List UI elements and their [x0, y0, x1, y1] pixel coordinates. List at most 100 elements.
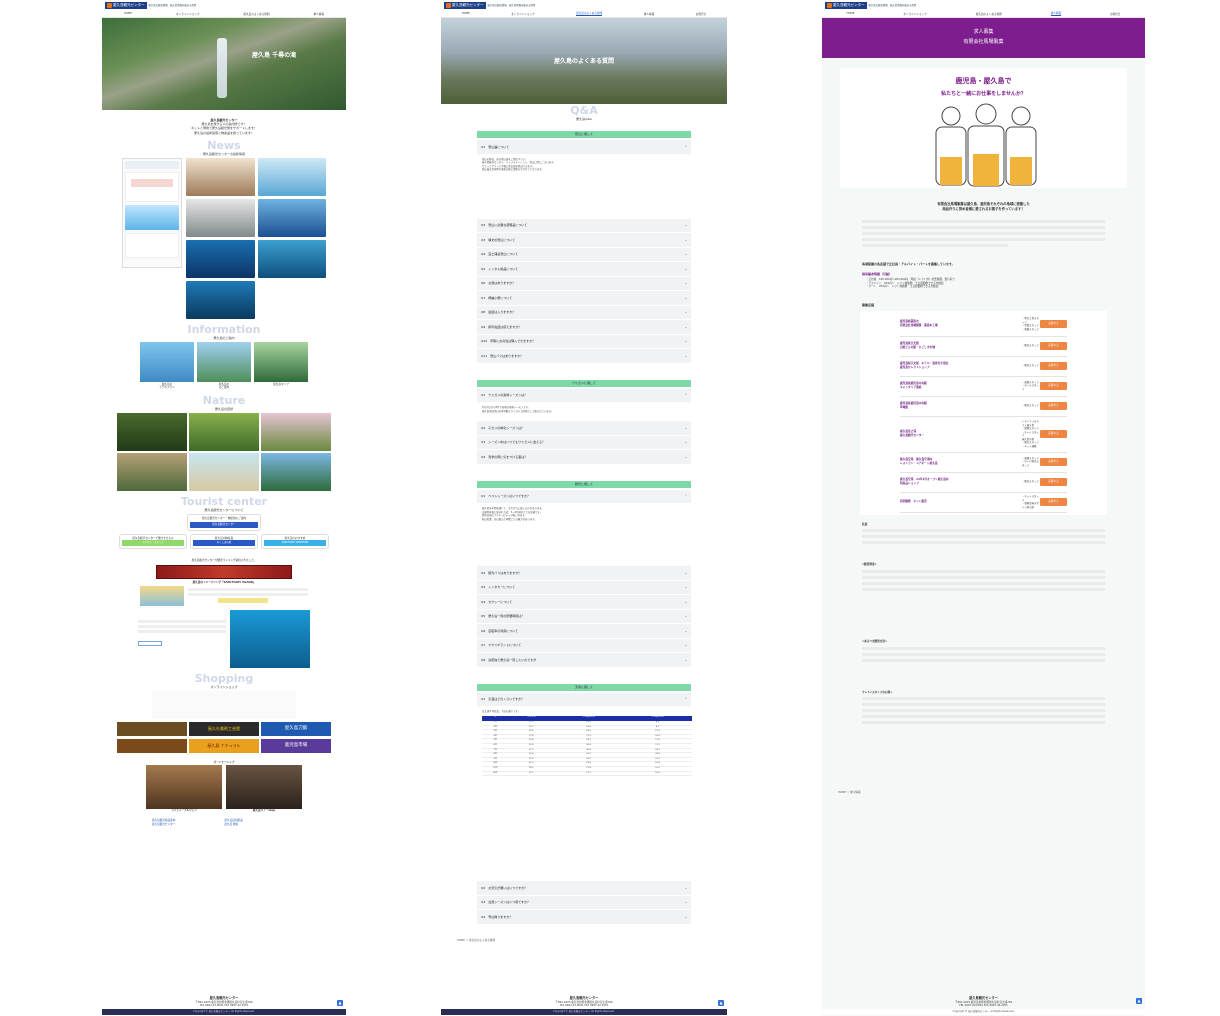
- faq-question[interactable]: Q4 見学の際に気をつける事は？ ⌄: [477, 450, 691, 465]
- nav-shop[interactable]: オンラインショップ: [903, 12, 926, 16]
- apply-button[interactable]: 応募する: [1040, 498, 1067, 507]
- apply-button[interactable]: 応募する: [1040, 320, 1067, 329]
- shop-banner[interactable]: 屋久島 ナチュラル: [189, 739, 259, 754]
- nav-home[interactable]: HOME: [847, 12, 855, 15]
- faq-question[interactable]: Q1 気温はどのくらいですか？ ⌃: [477, 692, 691, 707]
- news-thumb[interactable]: [257, 198, 326, 237]
- site-logo[interactable]: 屋久島観光センター: [444, 1, 486, 9]
- nav-faq[interactable]: 屋久島のよくある質問: [576, 11, 603, 16]
- faq-question[interactable]: Q9 携帯電話は使えますか？ ⌄: [477, 320, 691, 335]
- shop-banner[interactable]: [117, 739, 187, 754]
- nav-job[interactable]: 求人情報: [1050, 11, 1062, 16]
- nav-home[interactable]: HOME: [462, 12, 470, 15]
- news-thumb[interactable]: [186, 280, 255, 319]
- news-thumb[interactable]: [186, 198, 255, 237]
- text-line: [188, 593, 308, 597]
- faq-question[interactable]: Q2 お天気が悪いはいつですか？ ⌄: [477, 881, 691, 896]
- faq-question[interactable]: Q3 台風シーズンはいつ頃ですか？ ⌄: [477, 895, 691, 910]
- faq-question[interactable]: Q1 ベストシーズンはいつですか？ ⌃: [477, 489, 691, 504]
- faq-question[interactable]: Q10 早朝にお弁当は購入できますか？ ⌄: [477, 334, 691, 349]
- nature-photo[interactable]: [117, 453, 187, 491]
- nature-photo[interactable]: [261, 453, 331, 491]
- nature-photo[interactable]: [261, 413, 331, 451]
- nav-shop[interactable]: オンラインショップ: [511, 12, 534, 16]
- site-logo[interactable]: 屋久島観光センター: [105, 1, 147, 9]
- faq-question[interactable]: Q2 子ガメの孵化シーズンは？ ⌄: [477, 421, 691, 436]
- nature-photo[interactable]: [117, 413, 187, 451]
- info-card[interactable]: 屋久島マップ: [254, 341, 308, 390]
- info-card[interactable]: 屋久島の モデルプラン: [140, 341, 194, 390]
- nav-faq[interactable]: 屋久島のよくある質問: [243, 12, 269, 16]
- faq-question[interactable]: Q8 電話は入りますか？ ⌄: [477, 305, 691, 320]
- footer-link[interactable]: 屋久島観光センター: [152, 823, 224, 827]
- news-thumb[interactable]: [257, 239, 326, 278]
- facebook-feed[interactable]: [122, 157, 182, 268]
- faq-question[interactable]: Q4 タクシーについて ⌄: [477, 595, 691, 610]
- apply-button[interactable]: 応募する: [1040, 478, 1067, 487]
- partner-card[interactable]: 屋久島ツアーshop: [226, 764, 302, 813]
- faq-question[interactable]: Q2 登山に必要な装備品について ⌄: [477, 218, 691, 233]
- nav-faq[interactable]: 屋久島のよくある質問: [976, 12, 1002, 16]
- faq-question[interactable]: Q6 自転車の利用について ⌄: [477, 624, 691, 639]
- sub-card[interactable]: 屋久島の物産品 やくしま市場: [190, 533, 258, 550]
- sub-button[interactable]: SANCTUARY YAKUSHIMA: [264, 540, 326, 547]
- faq-question[interactable]: Q1 ウミガメの産卵シーズンは？ ⌃: [477, 388, 691, 403]
- faq-question[interactable]: Q3 レンタカーについて ⌄: [477, 580, 691, 595]
- sub-card[interactable]: 屋久島観光センターで働きませんか アクセス・スタッフ: [119, 533, 187, 550]
- news-thumb[interactable]: [186, 157, 255, 196]
- apply-button[interactable]: 応募する: [1040, 430, 1067, 439]
- faq-question[interactable]: Q6 お昼はありますか？ ⌄: [477, 276, 691, 291]
- sub-button[interactable]: アクセス・スタッフ: [122, 540, 184, 547]
- event-photo[interactable]: [230, 610, 310, 669]
- faq-question[interactable]: Q4 宮之浦岳登山について ⌄: [477, 247, 691, 262]
- tourist-card[interactable]: 屋久島観光センター・物産館のご案内 屋久島観光センター: [187, 514, 261, 531]
- footer-link[interactable]: 屋久島観光施設案内: [152, 819, 224, 823]
- apply-button[interactable]: 応募する: [1040, 382, 1067, 391]
- answer-line: 屋久島永田浜は日本有数のウミガメ上陸地として知られています。: [482, 409, 554, 413]
- faq-question[interactable]: Q4 雪は降りますか？ ⌄: [477, 910, 691, 925]
- shop-banner[interactable]: 屋久杉美術工芸館: [189, 722, 259, 737]
- site-logo[interactable]: 屋久島観光センター: [825, 1, 867, 9]
- sub-card[interactable]: 屋久島のおすすめ SANCTUARY YAKUSHIMA: [261, 533, 329, 550]
- news-thumb[interactable]: [257, 157, 326, 196]
- nav-home[interactable]: HOME: [124, 12, 132, 15]
- text-line: [862, 587, 1105, 591]
- apply-button[interactable]: 応募する: [1040, 458, 1067, 467]
- faq-question[interactable]: Q3 シーズン中はいつでもウミガメに会える？ ⌄: [477, 435, 691, 450]
- detail-button[interactable]: [138, 641, 162, 647]
- news-thumb[interactable]: [186, 239, 255, 278]
- nature-photo[interactable]: [189, 453, 259, 491]
- faq-question[interactable]: Q7 ヤクスギランドについて ⌄: [477, 638, 691, 653]
- info-card[interactable]: 屋久島の のご案内: [197, 341, 251, 390]
- apply-button[interactable]: 応募する: [1040, 342, 1067, 351]
- apply-button[interactable]: 応募する: [1040, 402, 1067, 411]
- nav-contact[interactable]: お問合せ: [1110, 12, 1120, 16]
- tourist-center-button[interactable]: 屋久島観光センター: [190, 521, 258, 528]
- apply-button[interactable]: 応募する: [1040, 362, 1067, 371]
- faq-question[interactable]: Q1 登山届について ⌃: [477, 140, 691, 155]
- sub-button[interactable]: やくしま市場: [193, 540, 255, 547]
- cd-cover[interactable]: [140, 586, 184, 607]
- nav-contact[interactable]: お問合せ: [696, 12, 706, 16]
- nature-photo[interactable]: [189, 413, 259, 451]
- imagesong-box: [102, 584, 346, 608]
- faq-question[interactable]: Q7 綺麗小屋について ⌄: [477, 291, 691, 306]
- faq-question[interactable]: Q5 屋久島一周の所要時間は？ ⌄: [477, 609, 691, 624]
- faq-question[interactable]: Q2 観光バスはありますか？ ⌄: [477, 566, 691, 581]
- faq-question[interactable]: Q5 レンタル用品について ⌄: [477, 262, 691, 277]
- faq-question[interactable]: Q8 島乾燥で屋久島一周したいのですが ⌄: [477, 653, 691, 668]
- shop-banner[interactable]: 屋久島刀鍛: [261, 722, 331, 737]
- nav-shop[interactable]: オンラインショップ: [176, 12, 199, 16]
- shop-banner[interactable]: 鹿児島市場: [261, 739, 331, 754]
- footer-link[interactable]: 屋久島宿泊施設: [225, 819, 297, 823]
- shop-banner[interactable]: [117, 722, 187, 737]
- award-banner[interactable]: [156, 564, 292, 579]
- nav-job[interactable]: 求人情報: [314, 12, 324, 16]
- buy-button[interactable]: [218, 598, 268, 604]
- faq-question[interactable]: Q11 登山バスはありますか？ ⌄: [477, 349, 691, 364]
- footer-tel: TEL 0997-42-0091 FAX 0997-42-2251: [199, 1004, 249, 1007]
- nav-job[interactable]: 求人情報: [644, 12, 654, 16]
- partner-card[interactable]: ライディーブルジェン: [146, 764, 222, 813]
- footer-link[interactable]: 屋久島 物産: [225, 823, 297, 827]
- faq-question[interactable]: Q3 縄文杉登山について ⌄: [477, 233, 691, 248]
